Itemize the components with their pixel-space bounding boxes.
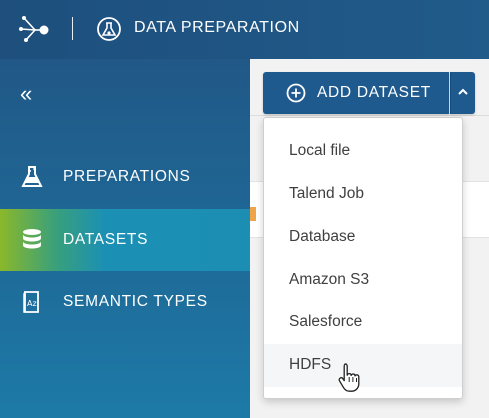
sidebar-item-datasets[interactable]: DATASETS bbox=[0, 209, 250, 271]
app-header: DATA PREPARATION bbox=[0, 0, 489, 59]
svg-text:Az: Az bbox=[27, 299, 37, 308]
menu-item-label: Local file bbox=[289, 142, 351, 159]
header-divider bbox=[72, 17, 73, 40]
sidebar-item-semantic-types[interactable]: Az SEMANTIC TYPES bbox=[0, 271, 250, 333]
menu-item-label: Salesforce bbox=[289, 313, 363, 330]
menu-item-label: Talend Job bbox=[289, 185, 364, 202]
toolbar-divider bbox=[250, 115, 489, 116]
menu-item-label: HDFS bbox=[289, 356, 332, 373]
data-prep-icon bbox=[97, 17, 121, 41]
collapse-sidebar-icon[interactable]: « bbox=[20, 83, 32, 105]
sidebar-item-preparations[interactable]: PREPARATIONS bbox=[0, 146, 250, 208]
add-dataset-menu: Local file Talend Job Database Amazon S3… bbox=[263, 117, 463, 399]
menu-item-hdfs[interactable]: HDFS bbox=[264, 344, 462, 387]
flask-icon bbox=[20, 165, 44, 189]
app-title: DATA PREPARATION bbox=[134, 19, 300, 36]
network-node-icon[interactable] bbox=[18, 14, 52, 44]
menu-item-database[interactable]: Database bbox=[264, 216, 462, 259]
menu-item-amazon-s3[interactable]: Amazon S3 bbox=[264, 259, 462, 302]
menu-item-label: Amazon S3 bbox=[289, 271, 370, 288]
menu-item-label: Database bbox=[289, 228, 356, 245]
plus-circle-icon bbox=[286, 83, 306, 103]
menu-item-talend-job[interactable]: Talend Job bbox=[264, 173, 462, 216]
sidebar-item-label: PREPARATIONS bbox=[63, 168, 191, 185]
dictionary-icon: Az bbox=[20, 290, 44, 314]
hand-pointer-icon bbox=[338, 363, 360, 392]
add-dataset-button[interactable]: ADD DATASET bbox=[263, 72, 449, 114]
add-dataset-dropdown-toggle[interactable] bbox=[450, 72, 475, 114]
sidebar-item-label: DATASETS bbox=[63, 231, 149, 248]
menu-item-salesforce[interactable]: Salesforce bbox=[264, 301, 462, 344]
menu-item-local-file[interactable]: Local file bbox=[264, 130, 462, 173]
chevron-up-icon bbox=[458, 88, 468, 95]
sidebar-item-label: SEMANTIC TYPES bbox=[63, 293, 208, 310]
sidebar: « PREPARATIONS DATASETS Az SEMANTIC TYPE… bbox=[0, 59, 250, 418]
database-icon bbox=[20, 228, 44, 252]
row-status-accent bbox=[250, 207, 256, 221]
add-dataset-label: ADD DATASET bbox=[317, 84, 431, 101]
